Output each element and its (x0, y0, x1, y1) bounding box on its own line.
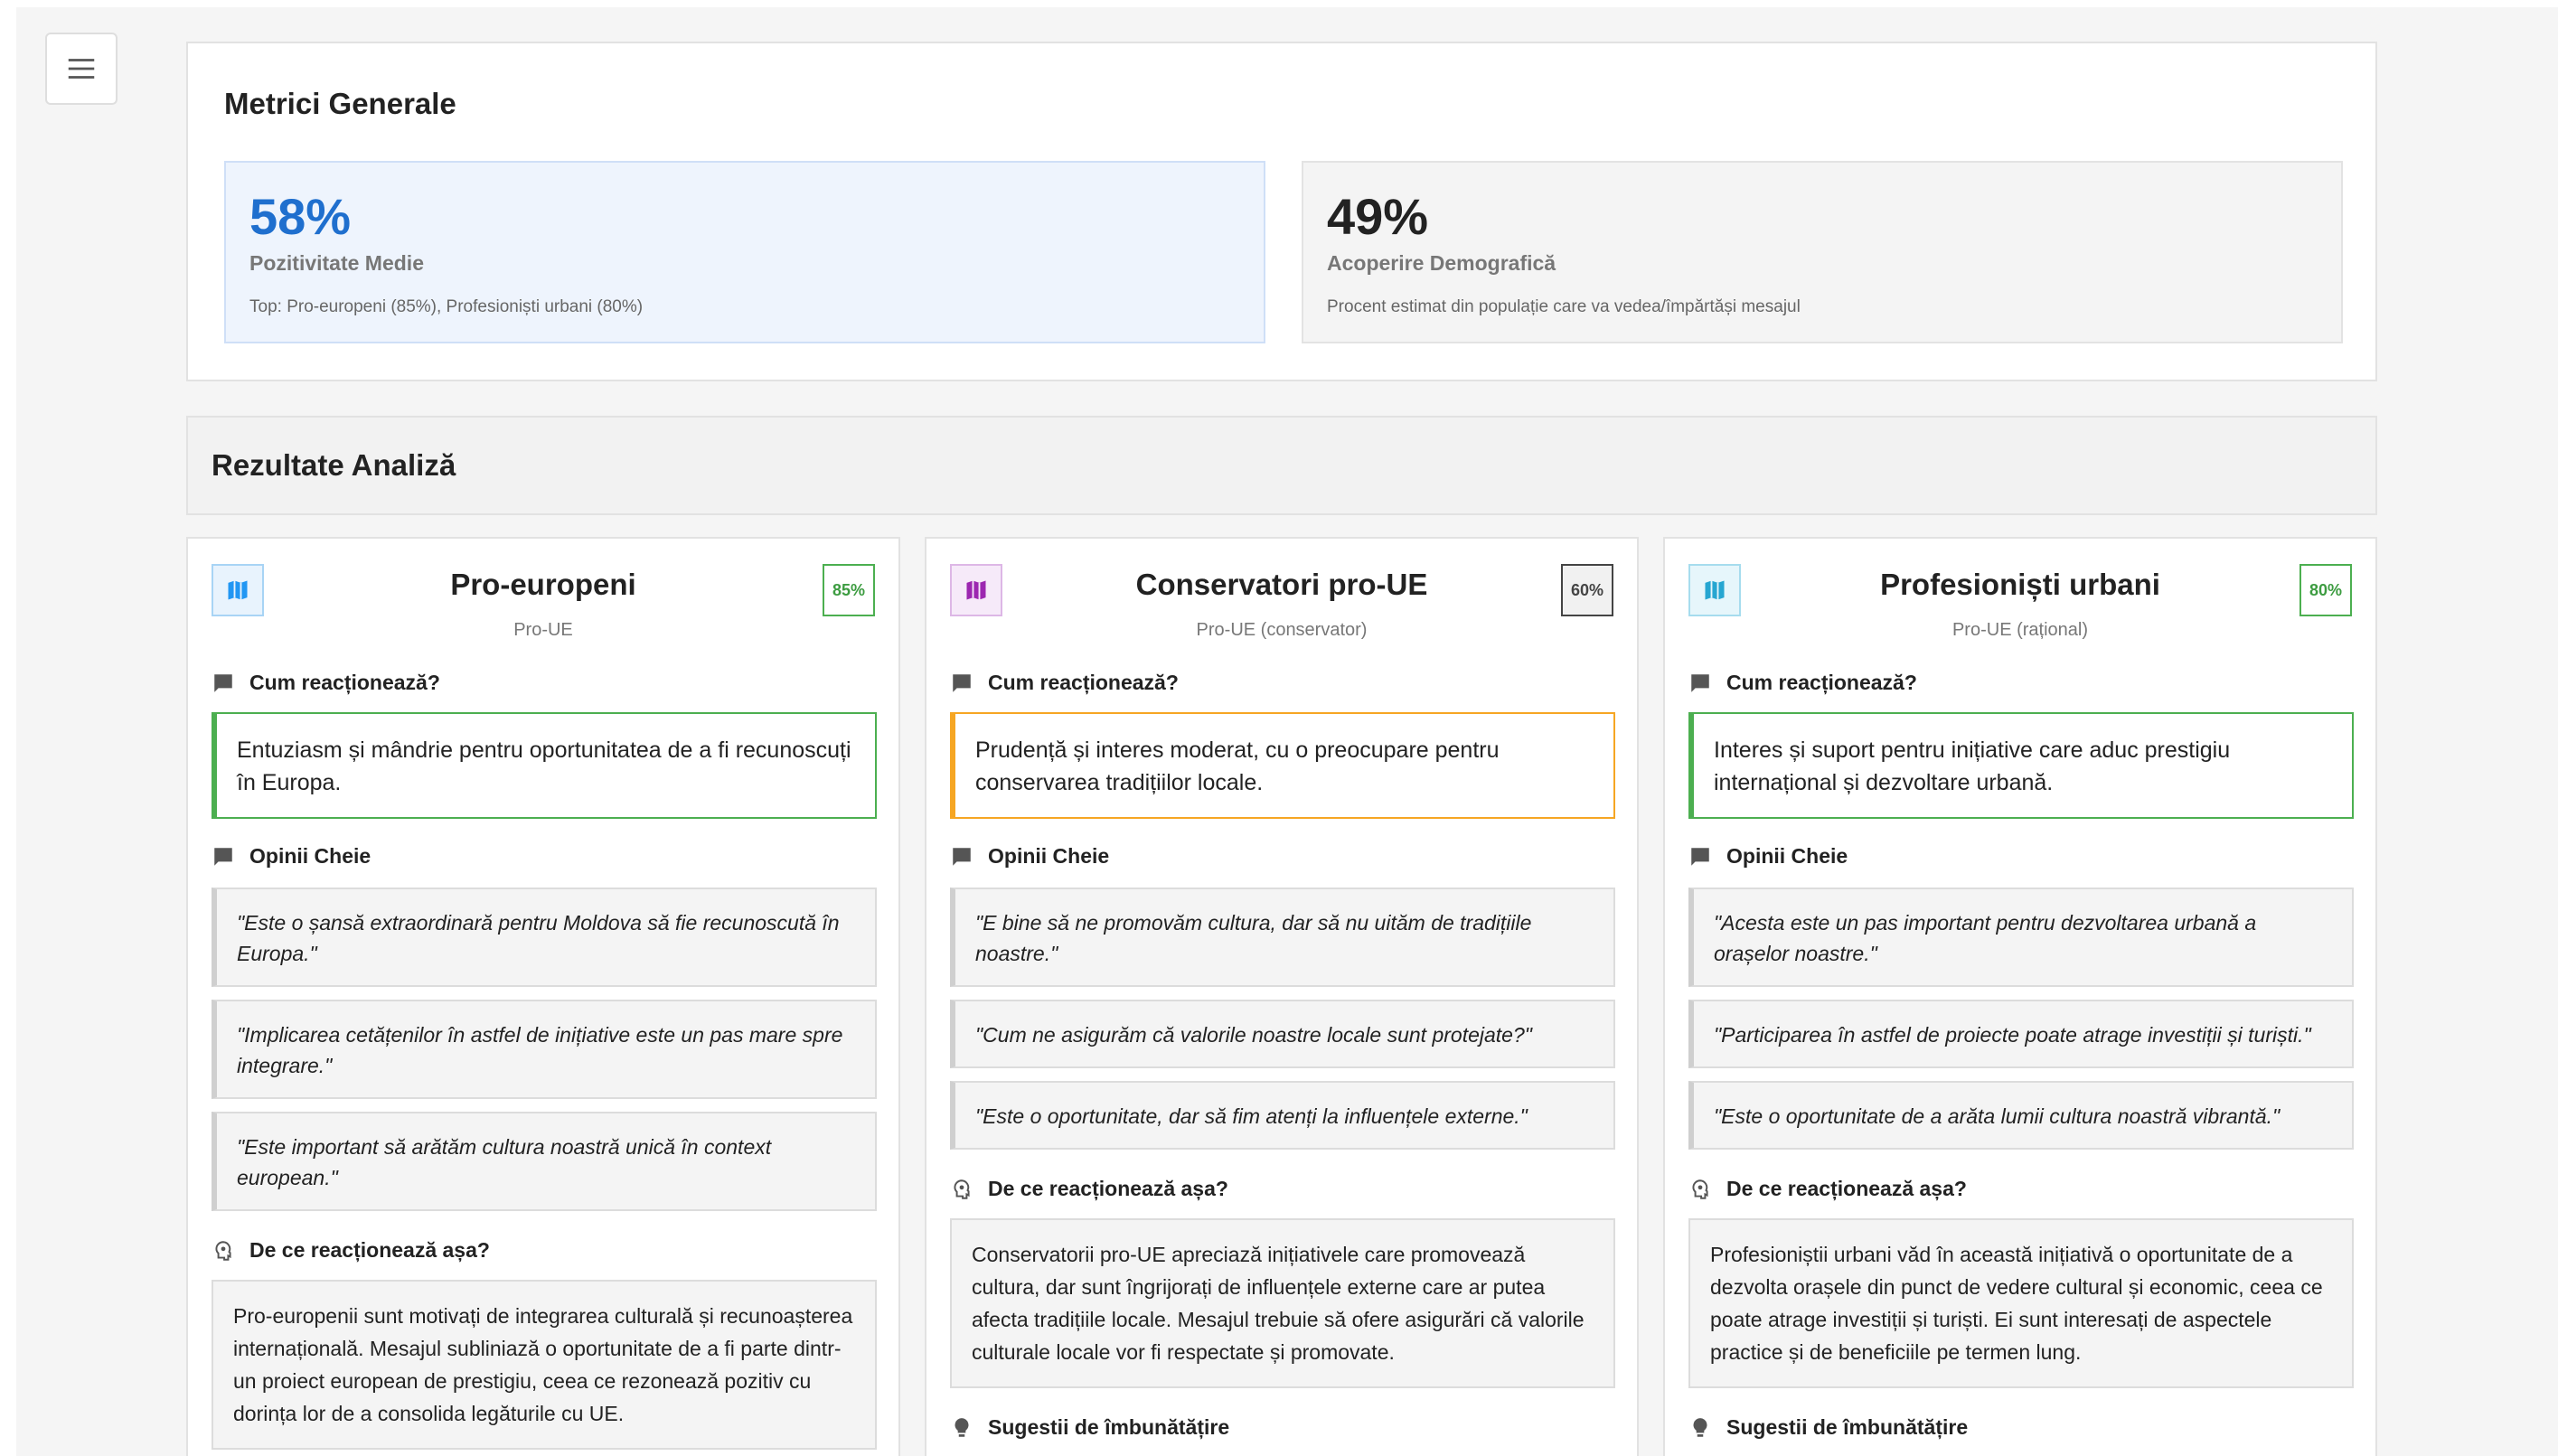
metric-card-coverage: 49% Acoperire Demografică Procent estima… (1302, 161, 2343, 343)
opinion-quote: "Este o oportunitate de a arăta lumii cu… (1688, 1081, 2354, 1150)
segment-icon-box (950, 564, 1002, 616)
comment-icon (953, 847, 971, 866)
menu-button[interactable] (45, 33, 118, 105)
map-icon (1705, 580, 1725, 600)
why-heading: De ce reacționează așa? (950, 1177, 1228, 1201)
lightbulb-icon (955, 1417, 969, 1437)
reason-box: Conservatorii pro-UE apreciază inițiativ… (950, 1218, 1615, 1388)
reason-box: Profesioniștii urbani văd în această ini… (1688, 1218, 2354, 1388)
segment-icon-box (1688, 564, 1741, 616)
why-heading: De ce reacționează așa? (212, 1238, 490, 1263)
reaction-heading: Cum reacționează? (950, 671, 1179, 695)
segment-subtitle: Pro-UE (513, 620, 573, 640)
metric-label: Acoperire Demografică (1327, 251, 1556, 275)
segment-title: Pro-europeni (450, 568, 636, 601)
opinion-quote: "Este important să arătăm cultura noastr… (212, 1112, 877, 1211)
reaction-box: Interes și suport pentru inițiative care… (1688, 712, 2354, 819)
metric-value: 49% (1327, 188, 1429, 245)
metric-label: Pozitivitate Medie (249, 251, 424, 275)
opinion-quote: "Cum ne asigurăm că valorile noastre loc… (950, 1000, 1615, 1068)
menu-icon (68, 59, 95, 79)
opinions-heading-label: Opinii Cheie (1726, 844, 1848, 868)
reaction-box: Prudență și interes moderat, cu o preocu… (950, 712, 1615, 819)
comment-icon (1691, 673, 1709, 692)
results-title: Rezultate Analiză (212, 448, 456, 482)
reaction-heading: Cum reacționează? (212, 671, 440, 695)
metric-note: Procent estimat din populație care va ve… (1327, 297, 1801, 316)
psychology-icon (215, 1240, 231, 1261)
reason-box: Pro-europenii sunt motivați de integrare… (212, 1280, 877, 1450)
score-badge: 60% (1561, 564, 1613, 616)
segment-card-profesionisti: Profesioniști urbani Pro-UE (rațional) 8… (1663, 537, 2377, 1456)
suggestions-heading: Sugestii de îmbunătățire (950, 1415, 1229, 1440)
opinion-quote: "Este o oportunitate, dar să fim atenți … (950, 1081, 1615, 1150)
map-icon (228, 580, 248, 600)
opinion-quote: "Implicarea cetățenilor în astfel de ini… (212, 1000, 877, 1099)
reaction-box: Entuziasm și mândrie pentru oportunitate… (212, 712, 877, 819)
opinions-heading-label: Opinii Cheie (249, 844, 371, 868)
why-heading-label: De ce reacționează așa? (1726, 1177, 1967, 1200)
opinions-heading: Opinii Cheie (1688, 844, 1848, 869)
comment-icon (953, 673, 971, 692)
comment-icon (214, 673, 232, 692)
opinion-quote: "Participarea în astfel de proiecte poat… (1688, 1000, 2354, 1068)
segment-title: Profesioniști urbani (1880, 568, 2160, 601)
why-heading-label: De ce reacționează așa? (988, 1177, 1228, 1200)
psychology-icon (954, 1179, 970, 1199)
psychology-icon (1692, 1179, 1708, 1199)
opinion-quote: "Este o șansă extraordinară pentru Moldo… (212, 888, 877, 987)
general-metrics-panel: Metrici Generale 58% Pozitivitate Medie … (186, 42, 2377, 381)
why-heading-label: De ce reacționează așa? (249, 1238, 490, 1262)
suggestions-heading: Sugestii de îmbunătățire (1688, 1415, 1968, 1440)
metrics-title: Metrici Generale (224, 87, 456, 120)
opinions-heading: Opinii Cheie (950, 844, 1109, 869)
suggestions-heading-label: Sugestii de îmbunătățire (988, 1415, 1230, 1439)
reaction-heading-label: Cum reacționează? (1726, 671, 1917, 694)
map-icon (966, 580, 986, 600)
score-badge: 80% (2299, 564, 2352, 616)
results-header: Rezultate Analiză (186, 416, 2377, 515)
segment-subtitle: Pro-UE (conservator) (1196, 620, 1368, 640)
lightbulb-icon (1693, 1417, 1707, 1437)
opinion-quote: "Acesta este un pas important pentru dez… (1688, 888, 2354, 987)
reaction-heading-label: Cum reacționează? (249, 671, 440, 694)
opinions-heading: Opinii Cheie (212, 844, 371, 869)
segment-icon-box (212, 564, 264, 616)
metric-card-positivity: 58% Pozitivitate Medie Top: Pro-europeni… (224, 161, 1265, 343)
reaction-heading: Cum reacționează? (1688, 671, 1917, 695)
segment-card-conservatori: Conservatori pro-UE Pro-UE (conservator)… (925, 537, 1639, 1456)
segment-title: Conservatori pro-UE (1135, 568, 1428, 601)
suggestions-heading-label: Sugestii de îmbunătățire (1726, 1415, 1969, 1439)
segment-subtitle: Pro-UE (rațional) (1951, 620, 2089, 640)
comment-icon (214, 847, 232, 866)
why-heading: De ce reacționează așa? (1688, 1177, 1967, 1201)
comment-icon (1691, 847, 1709, 866)
reaction-heading-label: Cum reacționează? (988, 671, 1179, 694)
opinions-heading-label: Opinii Cheie (988, 844, 1110, 868)
metric-value: 58% (249, 188, 352, 245)
score-badge: 85% (823, 564, 875, 616)
metric-note: Top: Pro-europeni (85%), Profesioniști u… (249, 297, 644, 316)
opinion-quote: "E bine să ne promovăm cultura, dar să n… (950, 888, 1615, 987)
segment-card-pro-europeni: Pro-europeni Pro-UE 85% Cum reacționează… (186, 537, 900, 1456)
